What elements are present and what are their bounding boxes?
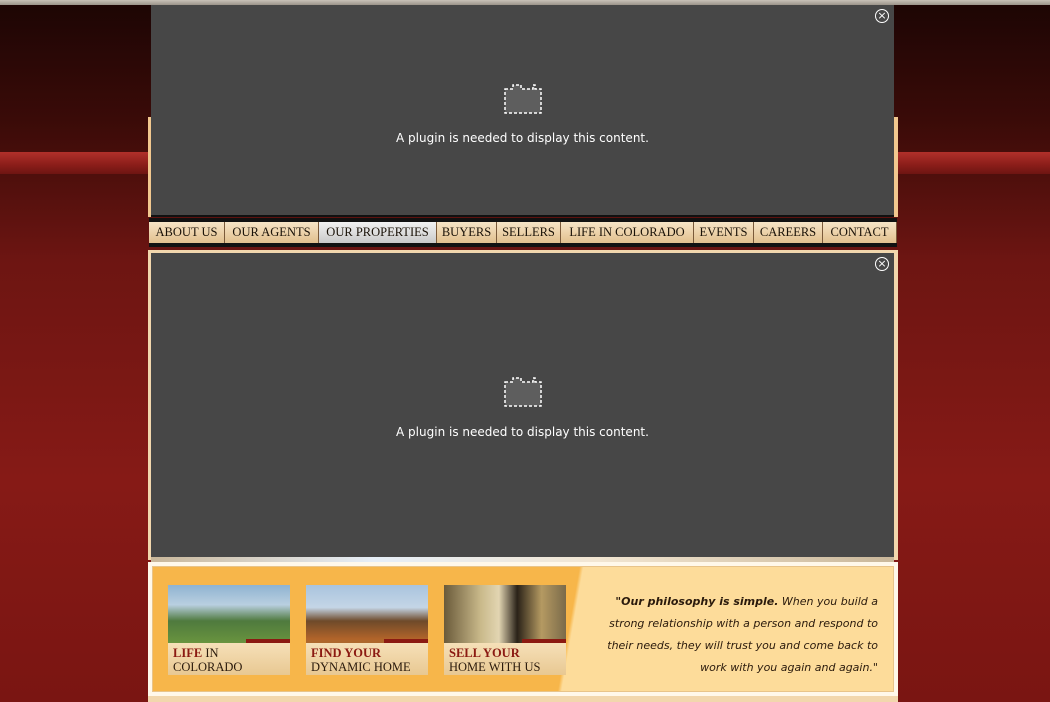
nav-our-properties[interactable]: OUR PROPERTIES: [319, 222, 437, 243]
caption-highlight: FIND YOUR: [311, 646, 382, 660]
promo-tile-find-home[interactable]: GO > FIND YOUR DYNAMIC HOME: [306, 585, 428, 675]
plugin-icon: [503, 84, 542, 114]
main-navigation: ABOUT US OUR AGENTS OUR PROPERTIES BUYER…: [149, 218, 897, 247]
plugin-icon: [503, 377, 542, 407]
content-plugin-placeholder[interactable]: × A plugin is needed to display this con…: [151, 253, 894, 557]
promo-inner: GO > LIFE IN COLORADO GO > FIND YOUR DYN…: [152, 566, 894, 692]
promo-tile-sell-home[interactable]: GO > SELL YOUR HOME WITH US: [444, 585, 566, 675]
promo-banner: GO > LIFE IN COLORADO GO > FIND YOUR DYN…: [148, 562, 898, 696]
caption-line2: DYNAMIC HOME: [311, 660, 411, 674]
philosophy-quote: "Our philosophy is simple. When you buil…: [583, 591, 878, 679]
header-plugin-placeholder[interactable]: × A plugin is needed to display this con…: [151, 5, 894, 217]
caption-rest: IN: [202, 646, 219, 660]
nav-contact[interactable]: CONTACT: [823, 222, 897, 243]
close-icon[interactable]: ×: [875, 9, 889, 23]
quote-lead: "Our philosophy is simple.: [615, 595, 779, 608]
caption-line2: COLORADO: [173, 660, 243, 674]
nav-careers[interactable]: CAREERS: [754, 222, 823, 243]
nav-life-in-colorado[interactable]: LIFE IN COLORADO: [561, 222, 694, 243]
caption-highlight: LIFE: [173, 646, 203, 660]
nav-events[interactable]: EVENTS: [694, 222, 754, 243]
plugin-message: A plugin is needed to display this conte…: [396, 131, 649, 145]
nav-our-agents[interactable]: OUR AGENTS: [225, 222, 319, 243]
promo-caption: LIFE IN COLORADO: [168, 643, 290, 675]
close-icon[interactable]: ×: [875, 257, 889, 271]
promo-tile-life-in-colorado[interactable]: GO > LIFE IN COLORADO: [168, 585, 290, 675]
nav-buyers[interactable]: BUYERS: [437, 222, 497, 243]
footer-edge: [148, 696, 898, 702]
promo-caption: SELL YOUR HOME WITH US: [444, 643, 566, 675]
caption-highlight: SELL YOUR: [449, 646, 520, 660]
nav-sellers[interactable]: SELLERS: [497, 222, 561, 243]
caption-line2: HOME WITH US: [449, 660, 541, 674]
promo-caption: FIND YOUR DYNAMIC HOME: [306, 643, 428, 675]
plugin-message: A plugin is needed to display this conte…: [396, 425, 649, 439]
nav-about-us[interactable]: ABOUT US: [149, 222, 225, 243]
